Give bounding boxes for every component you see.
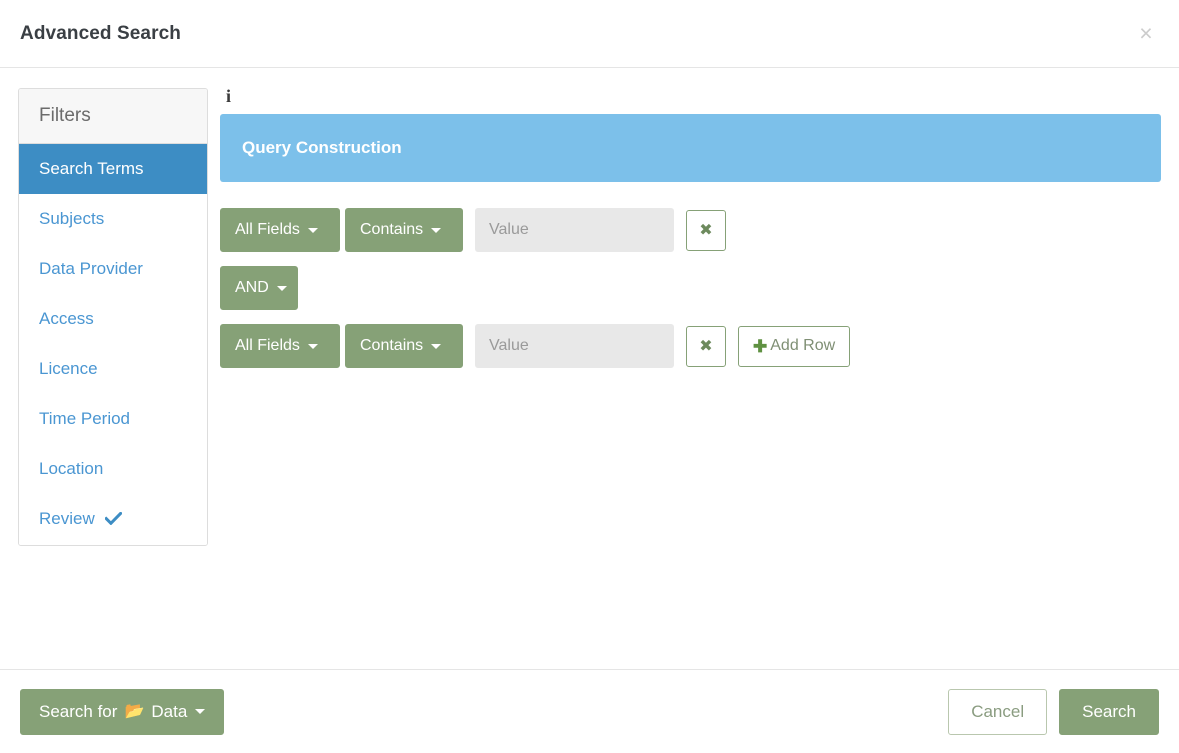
boolean-operator-label: AND [235, 279, 269, 296]
sidebar-item-data-provider[interactable]: Data Provider [19, 244, 207, 294]
sidebar-item-search-terms[interactable]: Search Terms [19, 144, 207, 194]
remove-row-button[interactable]: ✖ [686, 325, 726, 367]
field-select-label: All Fields [235, 221, 300, 238]
sidebar-item-label: Review [39, 509, 95, 528]
plus-icon: ✚ [753, 336, 768, 356]
close-icon: ✖ [699, 222, 713, 239]
sidebar-item-label: Search Terms [39, 159, 144, 178]
chevron-down-icon [431, 343, 442, 349]
chevron-down-icon [431, 227, 442, 233]
sidebar-heading: Filters [19, 89, 207, 144]
sidebar-item-label: Subjects [39, 209, 105, 228]
footer-actions: Cancel Search [948, 688, 1159, 735]
field-select-dropdown[interactable]: All Fields [220, 208, 340, 252]
search-button[interactable]: Search [1059, 688, 1159, 735]
folder-open-icon: 📂 [124, 702, 145, 720]
operator-select-dropdown[interactable]: Contains [345, 324, 463, 368]
field-select-label: All Fields [235, 337, 300, 354]
sidebar-item-label: Location [39, 459, 104, 478]
remove-row-button[interactable]: ✖ [686, 209, 726, 251]
search-for-prefix-label: Search for [39, 701, 118, 721]
chevron-down-icon [307, 227, 318, 233]
add-row-button[interactable]: ✚ Add Row [738, 325, 851, 367]
value-input[interactable] [475, 208, 674, 252]
sidebar-list: Search Terms Subjects Data Provider Acce… [19, 144, 207, 545]
search-for-target-label: Data [151, 701, 188, 721]
chevron-down-icon [195, 709, 206, 714]
sidebar-item-licence[interactable]: Licence [19, 344, 207, 394]
query-row: All Fields Contains ✖ ✚ Add Row [220, 324, 1161, 368]
query-panel: i Query Construction All Fields Contains [208, 86, 1161, 382]
sidebar-item-time-period[interactable]: Time Period [19, 394, 207, 444]
info-icon[interactable]: i [226, 86, 231, 106]
chevron-down-icon [307, 343, 318, 349]
filters-sidebar: Filters Search Terms Subjects Data Provi… [18, 88, 208, 546]
modal-body: Filters Search Terms Subjects Data Provi… [0, 68, 1179, 669]
check-icon [104, 510, 124, 530]
operator-select-label: Contains [360, 337, 424, 354]
cancel-button[interactable]: Cancel [948, 688, 1048, 735]
boolean-operator-dropdown[interactable]: AND [220, 266, 298, 310]
search-for-type-dropdown[interactable]: Search for 📂 Data [20, 688, 225, 735]
sidebar-item-label: Access [39, 309, 94, 328]
sidebar-item-label: Time Period [39, 409, 131, 428]
query-row: All Fields Contains ✖ [220, 208, 1161, 252]
query-construction-banner: Query Construction [220, 114, 1161, 182]
close-icon[interactable]: × [1131, 18, 1161, 48]
info-row: i [220, 86, 1161, 108]
close-icon: ✖ [699, 338, 713, 355]
sidebar-item-access[interactable]: Access [19, 294, 207, 344]
sidebar-item-label: Data Provider [39, 259, 143, 278]
add-row-label: Add Row [770, 337, 836, 354]
query-rows: All Fields Contains ✖ AND [220, 208, 1161, 368]
query-construction-title: Query Construction [242, 138, 402, 157]
advanced-search-modal: Advanced Search × Filters Search Terms S… [0, 0, 1179, 753]
value-input[interactable] [475, 324, 674, 368]
operator-select-label: Contains [360, 221, 424, 238]
field-select-dropdown[interactable]: All Fields [220, 324, 340, 368]
page-title: Advanced Search [20, 22, 181, 44]
sidebar-item-review[interactable]: Review [19, 494, 207, 545]
sidebar-item-location[interactable]: Location [19, 444, 207, 494]
operator-select-dropdown[interactable]: Contains [345, 208, 463, 252]
sidebar-item-label: Licence [39, 359, 98, 378]
sidebar-item-subjects[interactable]: Subjects [19, 194, 207, 244]
modal-footer: Search for 📂 Data Cancel Search [0, 669, 1179, 753]
modal-header: Advanced Search × [0, 0, 1179, 68]
chevron-down-icon [276, 285, 287, 291]
boolean-operator-row: AND [220, 266, 1161, 310]
